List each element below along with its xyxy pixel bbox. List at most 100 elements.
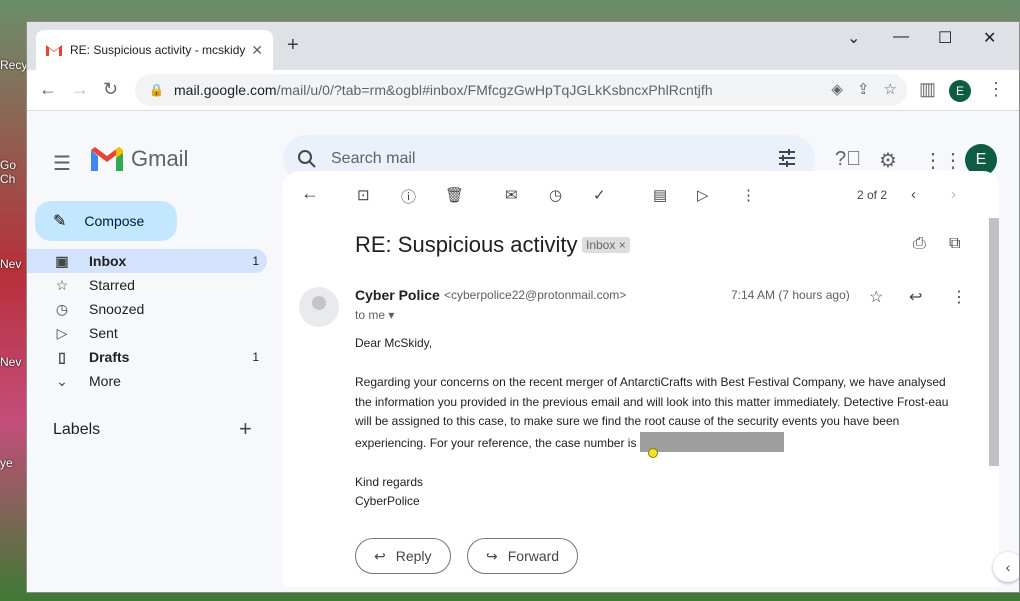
- mouse-cursor-icon: [648, 448, 658, 458]
- tab-title: RE: Suspicious activity - mcskidy: [70, 43, 246, 57]
- pencil-icon: ✎: [53, 213, 67, 230]
- send-icon: ▷: [56, 324, 68, 341]
- snooze-icon[interactable]: ◷: [549, 186, 562, 204]
- file-icon: ▯: [58, 348, 66, 365]
- sidebar-item-label: Starred: [89, 277, 135, 293]
- add-label-icon[interactable]: +: [239, 416, 252, 442]
- desktop-icon-folder[interactable]: Nev: [0, 257, 26, 271]
- close-window-icon[interactable]: ✕: [983, 28, 996, 48]
- message-panel: ← ⊡ ⓘ 🗑 ✉ ◷ ✓ ▤ ▷ ⋮ 2 of 2 ‹ › RE: Suspi…: [283, 171, 999, 587]
- email-timestamp: 7:14 AM (7 hours ago): [731, 288, 850, 302]
- lock-icon[interactable]: 🔒: [149, 83, 164, 97]
- desktop-icon-file[interactable]: ye: [0, 456, 26, 470]
- older-icon[interactable]: ›: [951, 186, 956, 203]
- sidebar-item-count: 1: [252, 350, 259, 364]
- extension-icon[interactable]: ◈: [831, 80, 843, 98]
- scrollbar[interactable]: [989, 218, 999, 466]
- maximize-icon[interactable]: ☐: [938, 28, 952, 48]
- desktop-icon-chrome-2[interactable]: Ch: [0, 172, 26, 186]
- star-message-icon[interactable]: ☆: [869, 287, 883, 307]
- recipient-details[interactable]: to me ▾: [355, 308, 394, 322]
- archive-icon[interactable]: ⊡: [357, 186, 370, 204]
- email-paragraph: Regarding your concerns on the recent me…: [355, 373, 955, 453]
- back-to-inbox-icon[interactable]: ←: [301, 183, 319, 204]
- reload-icon[interactable]: ↻: [103, 79, 118, 100]
- message-more-icon[interactable]: ⋮: [951, 287, 967, 307]
- search-options-icon[interactable]: [777, 148, 797, 168]
- add-task-icon[interactable]: ✓: [593, 186, 606, 204]
- inbox-label-badge[interactable]: Inbox ×: [582, 237, 630, 253]
- side-panel-icon[interactable]: ▥: [919, 79, 936, 100]
- back-icon[interactable]: ←: [39, 79, 57, 100]
- recipient-text: to me: [355, 308, 386, 322]
- compose-button[interactable]: ✎ Compose: [35, 201, 177, 241]
- email-greeting: Dear McSkidy,: [355, 336, 433, 350]
- tab-strip: RE: Suspicious activity - mcskidy ✕ + ⌄ …: [27, 22, 1019, 70]
- signoff-line-1: Kind regards: [355, 474, 424, 489]
- email-subject: RE: Suspicious activity: [355, 232, 578, 257]
- side-panel-toggle-icon[interactable]: ‹: [993, 552, 1019, 582]
- pager-text: 2 of 2: [857, 188, 888, 202]
- search-input[interactable]: Search mail: [331, 150, 415, 168]
- minimize-icon[interactable]: —: [893, 28, 909, 46]
- reply-label: Reply: [395, 548, 432, 564]
- sender-name: Cyber Police: [355, 287, 440, 303]
- forward-button[interactable]: ↪ Forward: [467, 538, 579, 574]
- sidebar-item-more[interactable]: ⌄ More: [27, 369, 267, 393]
- reply-button[interactable]: ↩ Reply: [355, 538, 451, 574]
- move-to-icon[interactable]: ▤: [653, 186, 667, 204]
- apps-grid-icon[interactable]: ⋮⋮: [923, 148, 963, 173]
- settings-gear-icon[interactable]: ⚙: [879, 148, 897, 173]
- label-icon[interactable]: ▷: [697, 186, 709, 204]
- redacted-case-number: [639, 431, 784, 452]
- chevron-down-icon: ▾: [388, 308, 395, 322]
- report-spam-icon[interactable]: ⓘ: [401, 186, 416, 207]
- mark-unread-icon[interactable]: ✉: [505, 186, 518, 204]
- remove-label-icon[interactable]: ×: [619, 238, 626, 252]
- bookmark-star-icon[interactable]: ☆: [884, 80, 897, 98]
- sidebar-item-label: Snoozed: [89, 301, 145, 317]
- email-body: Dear McSkidy, Regarding your concerns on…: [355, 334, 955, 512]
- new-tab-icon[interactable]: +: [287, 34, 299, 57]
- gmail-logo[interactable]: Gmail: [91, 146, 188, 172]
- inbox-badge-text: Inbox: [586, 238, 616, 252]
- sidebar-item-drafts[interactable]: ▯ Drafts 1: [27, 345, 267, 369]
- browser-window: RE: Suspicious activity - mcskidy ✕ + ⌄ …: [26, 21, 1020, 593]
- sidebar-item-snoozed[interactable]: ◷ Snoozed: [27, 297, 267, 321]
- open-new-window-icon[interactable]: ⧉: [949, 235, 960, 253]
- clock-icon: ◷: [55, 300, 69, 317]
- star-icon: ☆: [55, 276, 69, 293]
- more-actions-icon[interactable]: ⋮: [741, 186, 756, 204]
- sidebar-item-sent[interactable]: ▷ Sent: [27, 321, 267, 345]
- sidebar-item-inbox[interactable]: ▣ Inbox 1: [27, 249, 267, 273]
- sender-avatar: [299, 287, 339, 327]
- url-path: /mail/u/0/?tab=rm&ogbl#inbox/FMfcgzGwHpT…: [276, 82, 713, 98]
- print-icon[interactable]: ⎙: [913, 235, 926, 253]
- share-icon[interactable]: ⇪: [857, 80, 870, 98]
- browser-profile-avatar[interactable]: E: [949, 80, 971, 102]
- gmail-logo-text: Gmail: [131, 146, 189, 171]
- omnibox[interactable]: 🔒 mail.google.com/mail/u/0/?tab=rm&ogbl#…: [135, 74, 907, 106]
- sidebar-item-label: Sent: [89, 325, 118, 341]
- gmail-m-icon: [91, 147, 123, 171]
- compose-label: Compose: [84, 213, 145, 229]
- tab-close-icon[interactable]: ✕: [251, 42, 263, 59]
- delete-icon[interactable]: 🗑: [445, 186, 464, 204]
- forward-label: Forward: [507, 548, 560, 564]
- reply-icon[interactable]: ↩: [909, 287, 922, 307]
- forward-icon[interactable]: →: [71, 79, 89, 100]
- sidebar-item-starred[interactable]: ☆ Starred: [27, 273, 267, 297]
- desktop-icon-recycle[interactable]: Recy: [0, 58, 27, 72]
- tab-search-icon[interactable]: ⌄: [847, 28, 860, 48]
- sidebar-nav: ▣ Inbox 1 ☆ Starred ◷ Snoozed ▷ Sent ▯ D…: [27, 249, 267, 393]
- reply-icon: ↩: [374, 547, 386, 564]
- newer-icon[interactable]: ‹: [911, 186, 916, 203]
- desktop-icon-folder-2[interactable]: Nev: [0, 355, 26, 369]
- sidebar-item-label: Inbox: [89, 253, 127, 269]
- help-icon[interactable]: ?⃝: [835, 148, 861, 171]
- desktop-icon-chrome[interactable]: Go: [0, 158, 26, 172]
- search-icon[interactable]: [297, 149, 317, 169]
- tab-gmail[interactable]: RE: Suspicious activity - mcskidy ✕: [36, 30, 273, 70]
- browser-menu-icon[interactable]: ⋮: [987, 79, 1005, 100]
- main-menu-icon[interactable]: ☰: [53, 151, 71, 176]
